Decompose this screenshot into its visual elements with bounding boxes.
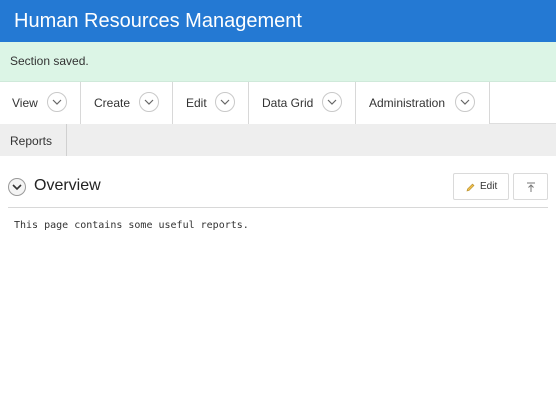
menu-label-administration: Administration xyxy=(369,96,446,110)
region-divider xyxy=(8,207,548,208)
menu-label-reports: Reports xyxy=(10,134,53,148)
menu-label-edit: Edit xyxy=(186,96,207,110)
menu-label-data-grid: Data Grid xyxy=(262,96,314,110)
success-message: Section saved. xyxy=(10,54,89,68)
region-title: Overview xyxy=(34,177,101,194)
app-header: Human Resources Management xyxy=(0,0,556,42)
scroll-to-top-button[interactable] xyxy=(513,173,548,200)
menu-item-edit[interactable]: Edit xyxy=(173,82,249,124)
menu-bar: View Create Edit Data Grid Administratio… xyxy=(0,82,556,156)
menu-item-data-grid[interactable]: Data Grid xyxy=(249,82,356,124)
success-alert: Section saved. xyxy=(0,42,556,82)
region-body-text: This page contains some useful reports. xyxy=(14,220,249,231)
arrow-up-to-line-icon xyxy=(527,182,535,192)
chevron-down-icon[interactable] xyxy=(139,92,159,112)
menu-item-create[interactable]: Create xyxy=(81,82,173,124)
pencil-icon xyxy=(466,183,475,192)
menu-item-view[interactable]: View xyxy=(0,82,81,124)
menu-label-create: Create xyxy=(94,96,131,110)
menu-row: View Create Edit Data Grid Administratio… xyxy=(0,82,556,124)
menu-item-administration[interactable]: Administration xyxy=(356,82,490,124)
menu-label-view: View xyxy=(12,96,38,110)
collapse-toggle-icon[interactable] xyxy=(8,178,26,196)
app-title[interactable]: Human Resources Management xyxy=(14,8,302,34)
edit-button[interactable]: Edit xyxy=(453,173,509,200)
region-header: Overview Edit xyxy=(0,168,556,208)
chevron-down-icon[interactable] xyxy=(322,92,342,112)
chevron-down-icon[interactable] xyxy=(215,92,235,112)
edit-button-label: Edit xyxy=(480,181,498,192)
chevron-down-icon[interactable] xyxy=(455,92,475,112)
chevron-down-icon[interactable] xyxy=(47,92,67,112)
menu-item-reports[interactable]: Reports xyxy=(0,124,67,156)
